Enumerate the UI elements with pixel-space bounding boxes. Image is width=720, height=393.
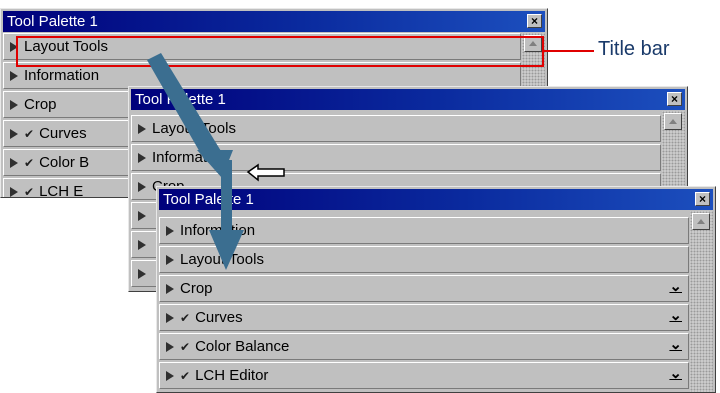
palette-title-bar[interactable]: Tool Palette 1 × [159, 189, 713, 210]
expand-triangle-icon[interactable] [166, 284, 174, 294]
expand-triangle-icon[interactable] [166, 255, 174, 265]
palette-row-information[interactable]: Information [159, 217, 689, 244]
palette-title: Tool Palette 1 [135, 91, 226, 108]
collapse-icon[interactable]: ⌄ [669, 366, 682, 381]
palette-row-layout-tools[interactable]: Layout Tools [159, 246, 689, 273]
expand-triangle-icon[interactable] [10, 42, 18, 52]
collapse-icon[interactable]: ⌄ [669, 279, 682, 294]
close-icon[interactable]: × [667, 92, 682, 106]
palette-row-layout-tools[interactable]: Layout Tools [131, 115, 661, 142]
expand-triangle-icon[interactable] [166, 342, 174, 352]
palette-title-bar[interactable]: Tool Palette 1 × [131, 89, 685, 110]
expand-triangle-icon[interactable] [166, 226, 174, 236]
scroll-up-arrow-icon[interactable] [664, 113, 682, 130]
palette-scrollbar[interactable] [690, 211, 713, 392]
scroll-up-arrow-icon[interactable] [524, 35, 542, 52]
tool-palette-3: Tool Palette 1 × Information Layout Tool… [156, 186, 716, 393]
palette-row-layout-tools[interactable]: Layout Tools [3, 33, 521, 60]
expand-triangle-icon[interactable] [10, 71, 18, 81]
palette-row-color-balance[interactable]: ✔ Color Balance ⌄ [159, 333, 689, 360]
close-icon[interactable]: × [695, 192, 710, 206]
palette-rows: Information Layout Tools Crop ⌄ ✔ Curves … [159, 211, 713, 392]
check-icon[interactable]: ✔ [180, 306, 190, 331]
palette-title-bar[interactable]: Tool Palette 1 × [3, 11, 545, 32]
check-icon[interactable]: ✔ [24, 180, 34, 197]
palette-title: Tool Palette 1 [163, 191, 254, 208]
close-icon[interactable]: × [527, 14, 542, 28]
check-icon[interactable]: ✔ [24, 122, 34, 147]
expand-triangle-icon[interactable] [166, 313, 174, 323]
collapse-icon[interactable]: ⌄ [669, 308, 682, 323]
expand-triangle-icon[interactable] [138, 124, 146, 134]
check-icon[interactable]: ✔ [24, 151, 34, 176]
expand-triangle-icon[interactable] [138, 269, 146, 279]
scroll-up-arrow-icon[interactable] [692, 213, 710, 230]
expand-triangle-icon[interactable] [138, 240, 146, 250]
callout-label: Title bar [598, 38, 670, 60]
palette-row-lch-editor[interactable]: ✔ LCH Editor ⌄ [159, 362, 689, 389]
expand-triangle-icon[interactable] [138, 182, 146, 192]
palette-row-crop[interactable]: Crop ⌄ [159, 275, 689, 302]
expand-triangle-icon[interactable] [138, 211, 146, 221]
collapse-icon[interactable]: ⌄ [669, 337, 682, 352]
expand-triangle-icon[interactable] [138, 153, 146, 163]
palette-row-curves[interactable]: ✔ Curves ⌄ [159, 304, 689, 331]
expand-triangle-icon[interactable] [10, 129, 18, 139]
expand-triangle-icon[interactable] [10, 100, 18, 110]
expand-triangle-icon[interactable] [166, 371, 174, 381]
check-icon[interactable]: ✔ [180, 335, 190, 360]
expand-triangle-icon[interactable] [10, 187, 18, 197]
expand-triangle-icon[interactable] [10, 158, 18, 168]
palette-row-information[interactable]: Information [3, 62, 521, 89]
palette-row-information[interactable]: Information [131, 144, 661, 171]
palette-title: Tool Palette 1 [7, 13, 98, 30]
check-icon[interactable]: ✔ [180, 364, 190, 389]
